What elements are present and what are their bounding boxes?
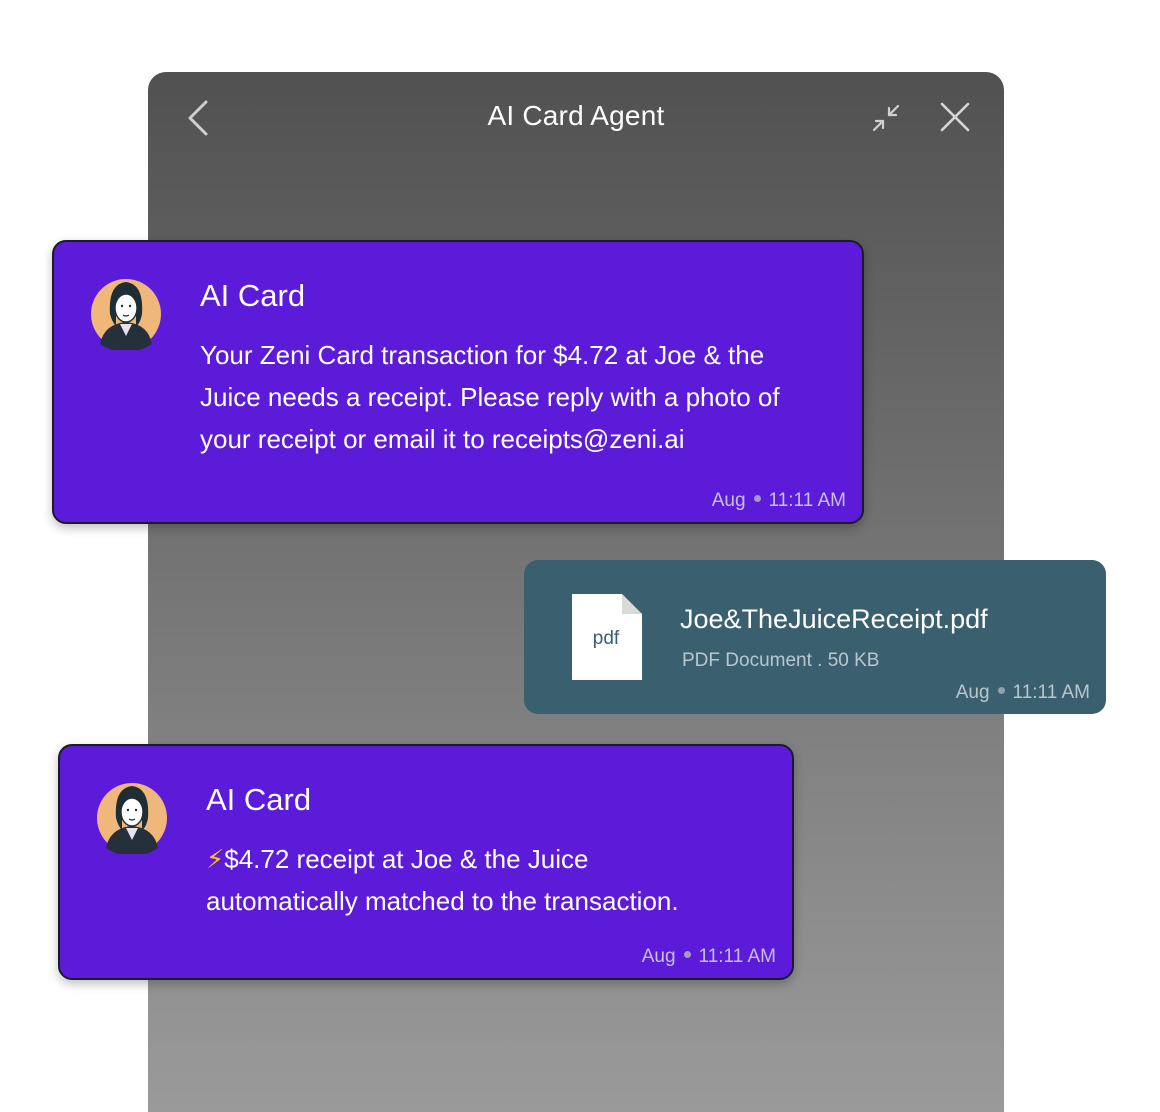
message-text-body: $4.72 receipt at Joe & the Juice automat… bbox=[206, 844, 679, 916]
dot-separator-icon bbox=[753, 495, 761, 503]
close-icon[interactable] bbox=[938, 100, 972, 134]
file-meta: PDF Document . 50 KB bbox=[682, 650, 880, 671]
chat-header: AI Card Agent bbox=[148, 72, 1004, 164]
lightning-icon: ⚡ bbox=[206, 844, 225, 874]
file-icon-label: pdf bbox=[593, 628, 620, 649]
message-date: Aug bbox=[641, 946, 676, 967]
message-time: 11:11 AM bbox=[768, 490, 846, 511]
dot-separator-icon bbox=[683, 951, 691, 959]
pdf-file-icon[interactable]: pdf bbox=[570, 592, 644, 682]
minimize-arrows-icon[interactable] bbox=[870, 102, 902, 134]
ai-message-bubble: AI Card Your Zeni Card transaction for $… bbox=[52, 240, 864, 524]
message-timestamp: Aug 11:11 AM bbox=[956, 682, 1090, 704]
file-name[interactable]: Joe&TheJuiceReceipt.pdf bbox=[680, 604, 988, 635]
message-date: Aug bbox=[955, 682, 990, 703]
file-message-bubble[interactable]: pdf Joe&TheJuiceReceipt.pdf PDF Document… bbox=[524, 560, 1106, 714]
message-timestamp: Aug 11:11 AM bbox=[712, 490, 846, 512]
sender-name: AI Card bbox=[206, 782, 312, 817]
message-date: Aug bbox=[711, 490, 746, 511]
dot-separator-icon bbox=[997, 687, 1005, 695]
ai-message-bubble: AI Card ⚡$4.72 receipt at Joe & the Juic… bbox=[58, 744, 794, 980]
message-text: Your Zeni Card transaction for $4.72 at … bbox=[200, 340, 780, 454]
message-time: 11:11 AM bbox=[1012, 682, 1090, 703]
message-text: ⚡$4.72 receipt at Joe & the Juice automa… bbox=[206, 838, 746, 922]
message-time: 11:11 AM bbox=[698, 946, 776, 967]
sender-name: AI Card bbox=[200, 278, 306, 313]
message-timestamp: Aug 11:11 AM bbox=[642, 946, 776, 968]
avatar bbox=[97, 783, 167, 854]
avatar bbox=[91, 279, 161, 350]
